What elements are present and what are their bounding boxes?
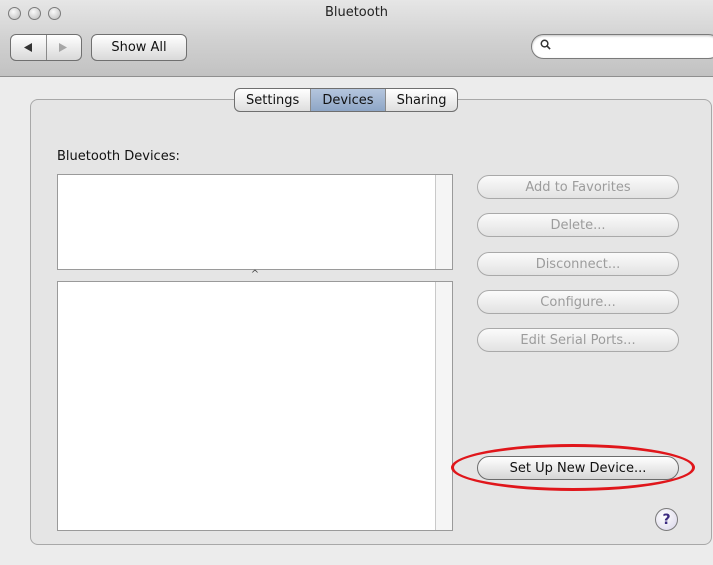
tab-bar: Settings Devices Sharing — [234, 88, 459, 112]
window-title: Bluetooth — [324, 5, 389, 20]
configure-button[interactable]: Configure... — [477, 290, 679, 314]
splitter-handle-icon: ^ — [250, 269, 260, 280]
device-details-scrollbar[interactable] — [435, 282, 452, 530]
help-icon: ? — [662, 511, 671, 528]
device-details-list[interactable] — [57, 281, 453, 531]
back-button[interactable] — [11, 35, 46, 60]
forward-arrow-icon — [59, 43, 68, 52]
disconnect-button[interactable]: Disconnect... — [477, 252, 679, 276]
devices-list-top[interactable] — [57, 174, 453, 270]
edit-serial-ports-button[interactable]: Edit Serial Ports... — [477, 328, 679, 352]
title-toolbar: Bluetooth Show All — [0, 0, 713, 77]
tab-devices[interactable]: Devices — [310, 89, 385, 111]
back-arrow-icon — [23, 43, 32, 52]
search-input[interactable] — [556, 38, 706, 55]
magnifier-icon — [540, 39, 551, 50]
search-field[interactable] — [531, 34, 713, 59]
devices-list-top-scrollbar[interactable] — [435, 175, 452, 269]
tab-settings[interactable]: Settings — [235, 89, 310, 111]
tab-sharing[interactable]: Sharing — [384, 89, 458, 111]
forward-button[interactable] — [45, 35, 82, 60]
help-button[interactable]: ? — [655, 508, 678, 531]
show-all-button[interactable]: Show All — [91, 34, 187, 61]
delete-button[interactable]: Delete... — [477, 213, 679, 237]
add-to-favorites-button[interactable]: Add to Favorites — [477, 175, 679, 199]
list-splitter[interactable]: ^ — [57, 270, 453, 281]
devices-list-label: Bluetooth Devices: — [57, 149, 180, 164]
back-forward-control — [10, 34, 82, 61]
set-up-new-device-button[interactable]: Set Up New Device... — [477, 456, 679, 480]
preferences-window: Bluetooth Show All Settings Devices Shar… — [0, 0, 713, 565]
